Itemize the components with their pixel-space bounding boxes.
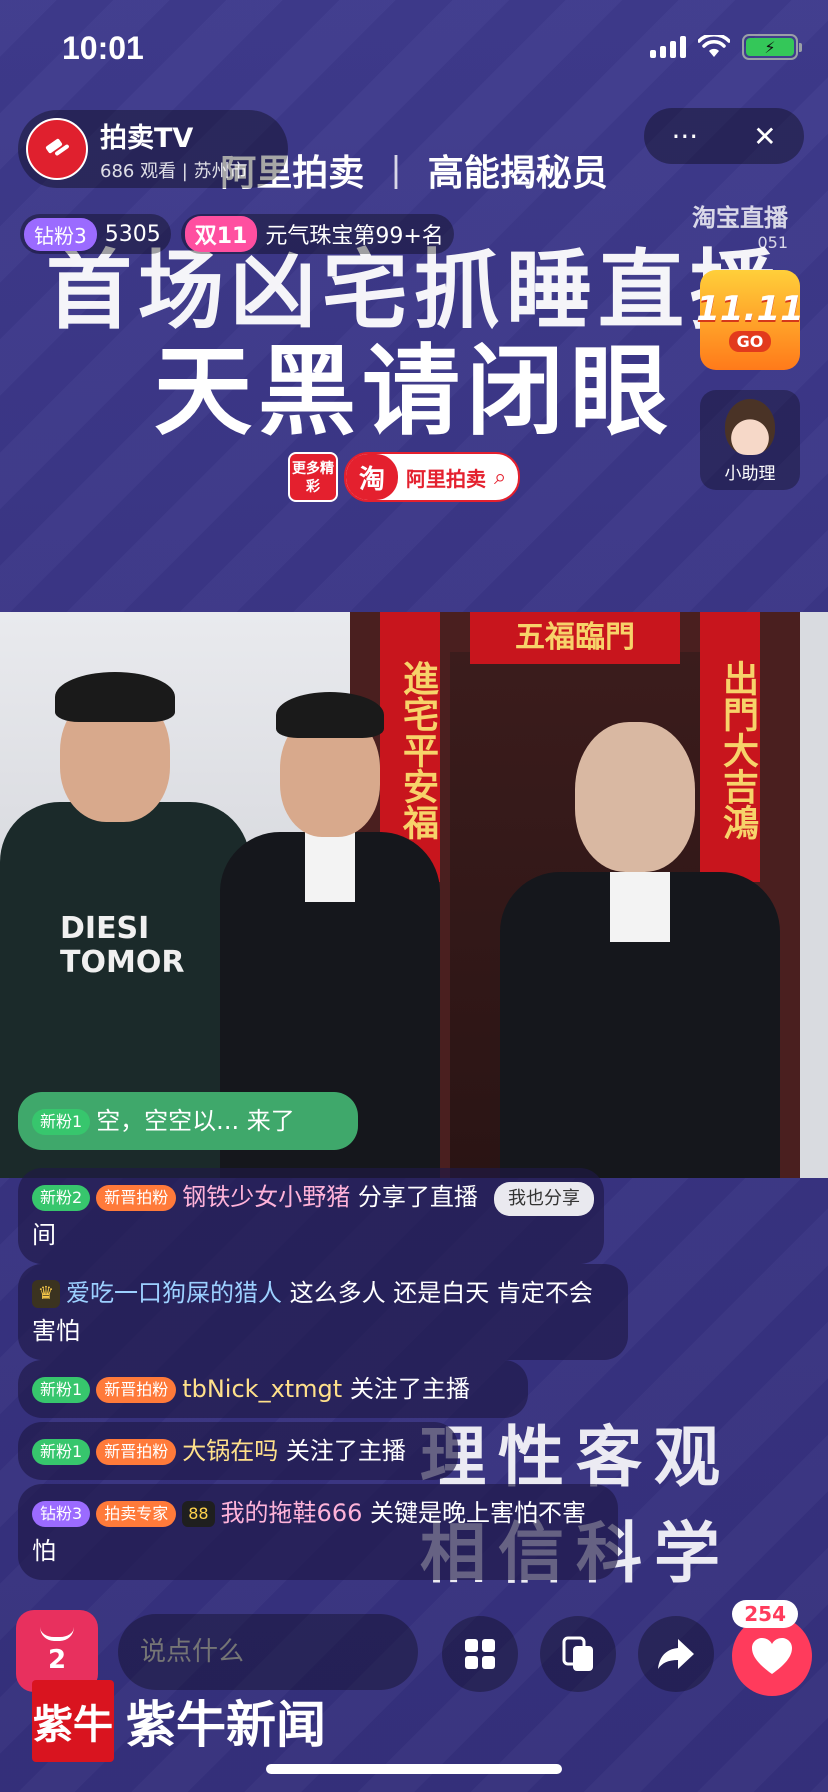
grid-icon	[465, 1639, 495, 1669]
chat-message[interactable]: ♛ 爱吃一口狗屎的猎人 这么多人 还是白天 肯定不会害怕	[18, 1264, 628, 1360]
chat-username: 大锅在吗	[182, 1437, 279, 1465]
new-fan-tag: 新晋拍粉	[96, 1185, 177, 1211]
new-fan-tag: 新晋拍粉	[96, 1439, 177, 1465]
chat-message[interactable]: 钻粉3 拍卖专家 88 我的拖鞋666 关键是晚上害怕不害怕	[18, 1484, 618, 1580]
cart-count: 2	[47, 1645, 67, 1675]
bag-icon	[40, 1627, 74, 1641]
new-fan-tag: 新晋拍粉	[96, 1377, 177, 1403]
chat-list: 新粉1 空，空空以... 来了 新粉2 新晋拍粉 钢铁少女小野猪 分享了直播间 我也分…	[0, 0, 828, 1792]
chat-username: tbNick_xtmgt	[182, 1375, 343, 1403]
fan-level-badge: 钻粉3	[32, 1501, 91, 1527]
news-logo-text: 紫牛新闻	[126, 1695, 326, 1754]
chat-username: 爱吃一口狗屎的猎人	[66, 1279, 282, 1307]
share-arrow-icon	[658, 1639, 694, 1669]
copy-button[interactable]	[540, 1616, 616, 1692]
chat-username: 我的拖鞋666	[220, 1499, 363, 1527]
share-button[interactable]	[638, 1616, 714, 1692]
crown-icon: ♛	[32, 1280, 60, 1308]
news-logo-mark: 紫牛	[32, 1680, 114, 1762]
chat-message[interactable]: 新粉1 新晋拍粉 tbNick_xtmgt 关注了主播	[18, 1360, 528, 1418]
fan-level-badge: 新粉2	[32, 1185, 91, 1211]
news-logo-watermark: 紫牛 紫牛新闻	[32, 1680, 326, 1762]
like-count: 254	[732, 1600, 798, 1628]
level-number-badge: 88	[182, 1501, 215, 1527]
chat-message[interactable]: 新粉1 新晋拍粉 大锅在吗 关注了主播	[18, 1422, 458, 1480]
chat-username: 钢铁少女小野猪	[182, 1183, 351, 1211]
home-indicator[interactable]	[266, 1764, 562, 1774]
fan-level-badge: 新粉1	[32, 1109, 91, 1135]
comment-input[interactable]	[118, 1614, 418, 1690]
heart-icon	[752, 1638, 792, 1674]
fan-level-badge: 新粉1	[32, 1377, 91, 1403]
expert-tag: 拍卖专家	[96, 1501, 177, 1527]
chat-message[interactable]: 新粉1 空，空空以... 来了	[18, 1092, 358, 1150]
chat-message[interactable]: 新粉2 新晋拍粉 钢铁少女小野猪 分享了直播间 我也分享	[18, 1168, 604, 1264]
grid-menu-button[interactable]	[442, 1616, 518, 1692]
copy-icon	[562, 1636, 593, 1671]
fan-level-badge: 新粉1	[32, 1439, 91, 1465]
like-button[interactable]: 254	[732, 1600, 812, 1696]
share-too-button[interactable]: 我也分享	[494, 1182, 594, 1216]
